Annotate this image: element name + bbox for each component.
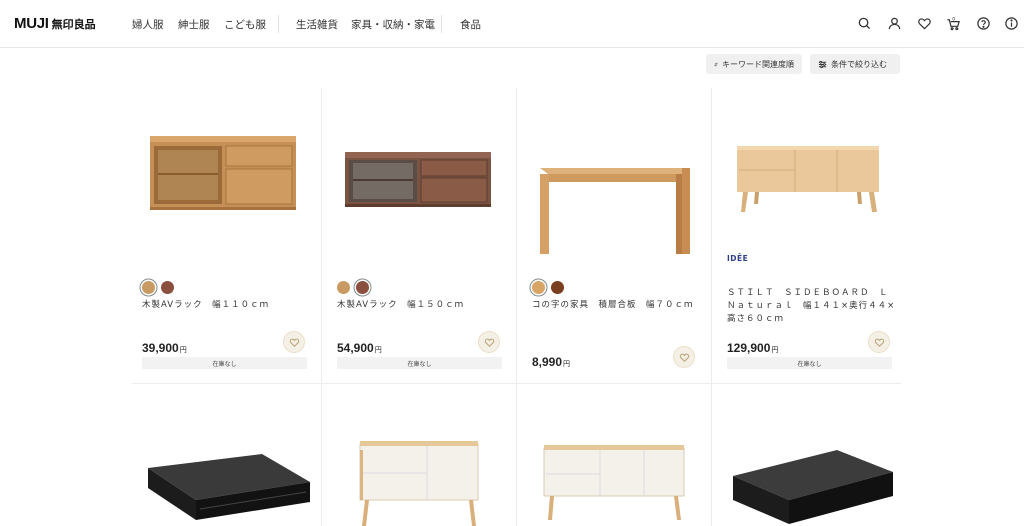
info-icon[interactable] — [1004, 16, 1019, 31]
product-name[interactable]: ＳＴＩＬＴ ＳＩＤＥＢＯＡＲＤ Ｌ Ｎａｔｕｒａｌ 幅１４１×奥行４４×高さ６０… — [727, 287, 897, 326]
nav-mens[interactable]: 紳士服 — [178, 17, 210, 32]
color-swatches — [337, 281, 369, 294]
color-swatch-light[interactable] — [532, 281, 545, 294]
brand-label: IDĒE — [727, 254, 749, 263]
product-image[interactable] — [522, 430, 717, 526]
site-header: MUJI 無印良品 婦人服 紳士服 こども服 生活雑貨 家具・収納・家電 食品 … — [0, 0, 1024, 48]
product-image[interactable] — [522, 118, 717, 278]
product-image[interactable] — [132, 430, 327, 526]
logo-text-jp: 無印良品 — [51, 18, 96, 31]
product-image[interactable] — [327, 118, 522, 278]
product-name[interactable]: 木製AVラック 幅１１０ｃｍ — [142, 299, 317, 312]
product-price: 39,900円 — [142, 341, 187, 355]
favorite-button[interactable] — [283, 331, 305, 353]
nav-divider — [278, 15, 279, 33]
price-unit: 円 — [374, 347, 382, 354]
sort-button[interactable]: キーワード関連度順 — [706, 54, 802, 74]
product-image[interactable] — [132, 118, 327, 278]
filter-button[interactable]: 条件で絞り込む — [810, 54, 900, 74]
help-icon[interactable] — [976, 16, 991, 31]
heart-icon[interactable] — [917, 16, 932, 31]
color-swatch-oak[interactable] — [142, 281, 155, 294]
svg-text:0: 0 — [952, 17, 955, 23]
sort-icon — [714, 62, 718, 66]
sort-label: キーワード関連度順 — [722, 59, 794, 69]
price-value: 8,990 — [532, 355, 563, 369]
nav-furniture[interactable]: 家具・収納・家電 — [351, 17, 435, 32]
price-value: 54,900 — [337, 341, 374, 355]
user-icon[interactable] — [887, 16, 902, 31]
nav-kids[interactable]: こども服 — [224, 17, 266, 32]
stock-status: 在庫なし — [142, 357, 307, 369]
color-swatches — [532, 281, 564, 294]
product-price: 129,900円 — [727, 341, 778, 355]
heart-icon — [874, 338, 884, 347]
price-value: 129,900 — [727, 341, 771, 355]
price-unit: 円 — [563, 361, 571, 368]
price-unit: 円 — [179, 347, 187, 354]
stock-status: 在庫なし — [337, 357, 502, 369]
product-name[interactable]: 木製AVラック 幅１５０ｃｍ — [337, 299, 512, 312]
nav-womens[interactable]: 婦人服 — [132, 17, 164, 32]
product-name[interactable]: コの字の家具 積層合板 幅７０ｃｍ — [532, 299, 712, 312]
nav-divider — [441, 15, 442, 33]
price-unit: 円 — [771, 347, 779, 354]
cart-icon[interactable]: 0 — [946, 16, 961, 31]
color-swatch-oak[interactable] — [337, 281, 350, 294]
filter-icon — [818, 60, 827, 68]
nav-household[interactable]: 生活雑貨 — [296, 17, 338, 32]
heart-icon — [484, 338, 494, 347]
search-icon[interactable] — [857, 16, 872, 31]
filter-label: 条件で絞り込む — [831, 59, 887, 69]
color-swatches — [142, 281, 174, 294]
product-price: 8,990円 — [532, 355, 570, 369]
stock-status: 在庫なし — [727, 357, 892, 369]
product-image[interactable] — [327, 430, 522, 526]
color-swatch-walnut[interactable] — [161, 281, 174, 294]
price-value: 39,900 — [142, 341, 179, 355]
nav-food[interactable]: 食品 — [460, 17, 481, 32]
favorite-button[interactable] — [868, 331, 890, 353]
product-image[interactable] — [717, 430, 912, 526]
grid-row-divider — [132, 383, 901, 384]
favorite-button[interactable] — [673, 346, 695, 368]
heart-icon — [679, 353, 689, 362]
color-swatch-dark[interactable] — [551, 281, 564, 294]
heart-icon — [289, 338, 299, 347]
product-price: 54,900円 — [337, 341, 382, 355]
logo-text-en: MUJI — [14, 15, 49, 32]
color-swatch-walnut[interactable] — [356, 281, 369, 294]
muji-logo[interactable]: MUJI 無印良品 — [14, 15, 96, 32]
favorite-button[interactable] — [478, 331, 500, 353]
